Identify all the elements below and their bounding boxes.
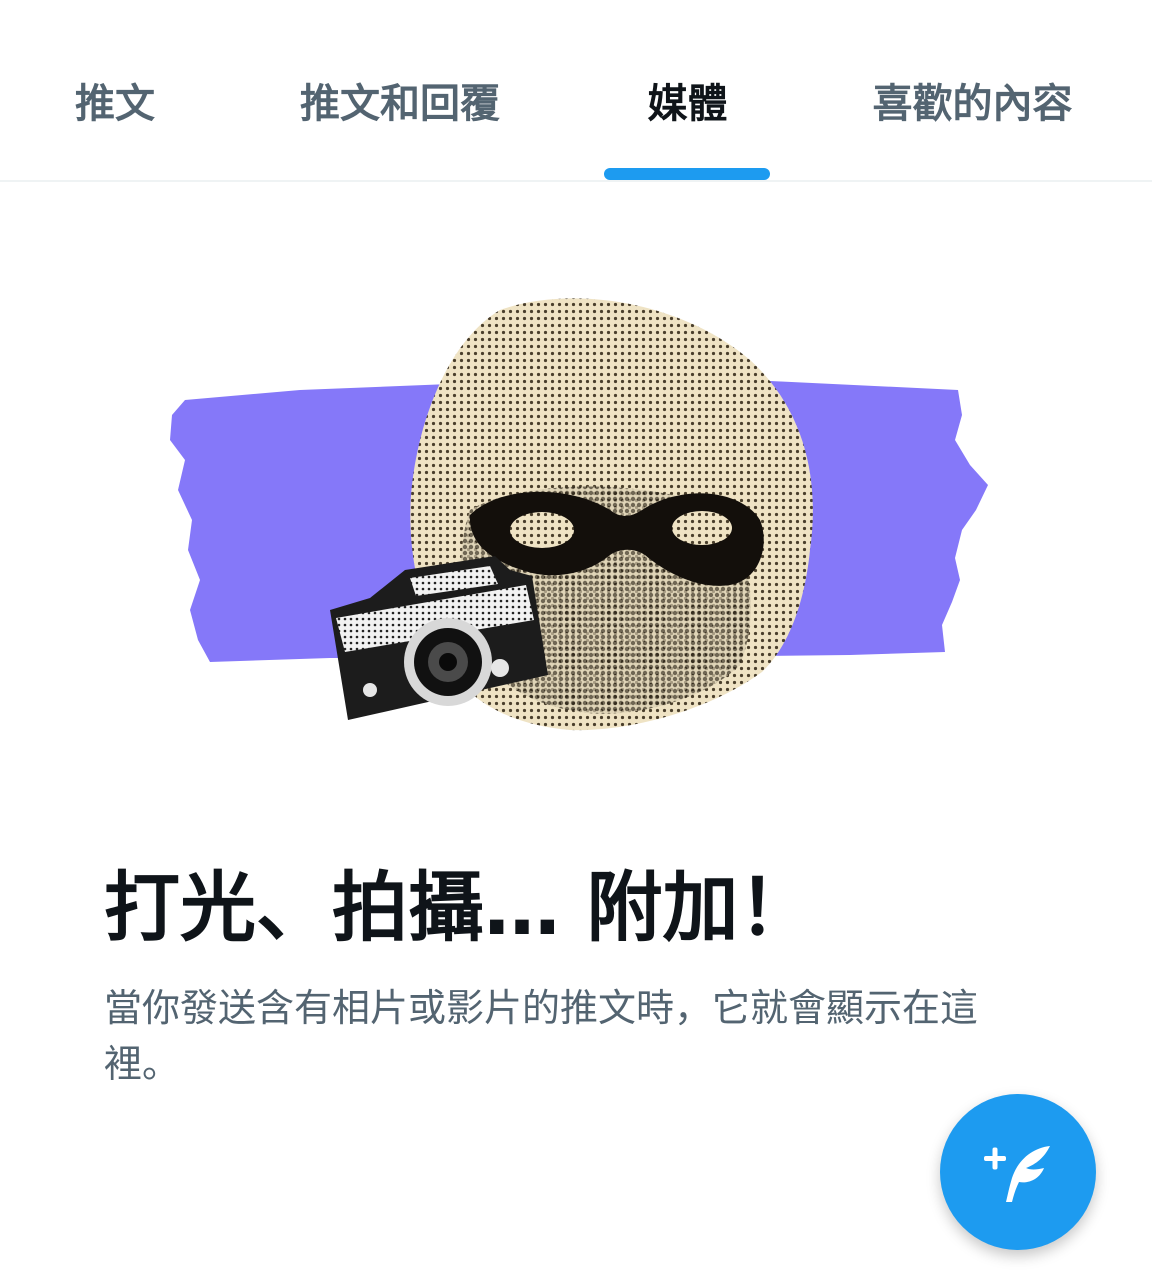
empty-media-illustration bbox=[150, 280, 1010, 740]
empty-state-description: 當你發送含有相片或影片的推文時，它就會顯示在這裡。 bbox=[104, 986, 979, 1086]
active-tab-indicator bbox=[604, 168, 770, 180]
compose-tweet-icon bbox=[984, 1146, 1050, 1202]
tab-tweets-and-replies[interactable]: 推文和回覆 bbox=[270, 78, 530, 130]
tab-tweets[interactable]: 推文 bbox=[40, 78, 190, 130]
tab-likes[interactable]: 喜歡的內容 bbox=[845, 78, 1100, 130]
tab-media[interactable]: 媒體 bbox=[610, 78, 765, 130]
empty-state-title: 打光、拍攝… 附加！ bbox=[104, 863, 815, 952]
compose-tweet-button[interactable] bbox=[940, 1094, 1096, 1250]
profile-tab-bar: 推文 推文和回覆 媒體 喜歡的內容 bbox=[0, 0, 1152, 182]
